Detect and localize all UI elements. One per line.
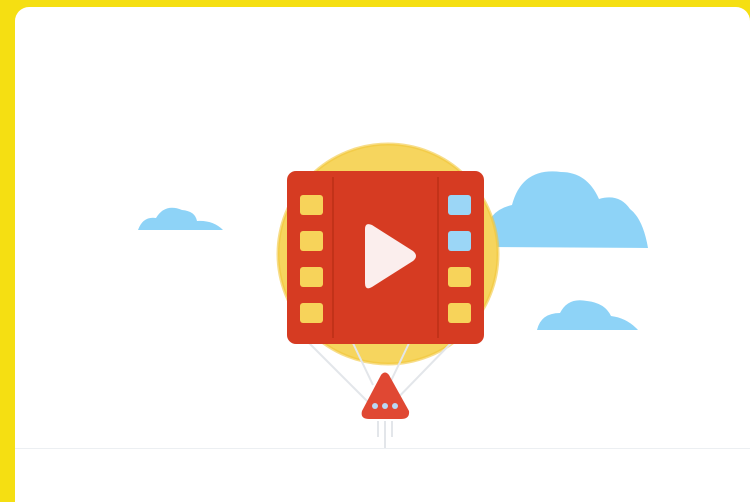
video-illustration [138,142,648,448]
cloud-icon [537,300,638,330]
illustration-card [15,7,750,502]
rocket-icon [361,372,410,448]
cloud-icon [486,171,648,248]
cloud-icon [138,207,223,230]
